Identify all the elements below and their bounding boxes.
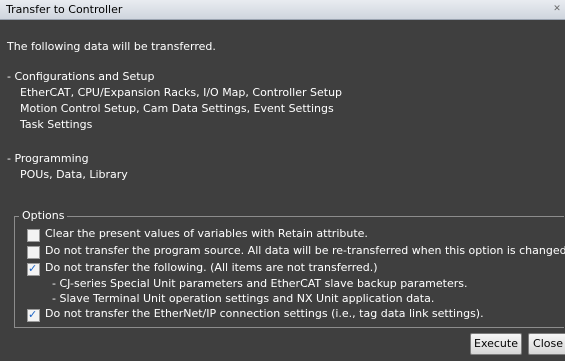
option-label: Do not transfer the EtherNet/IP connecti… bbox=[45, 307, 484, 320]
section-item: EtherCAT, CPU/Expansion Racks, I/O Map, … bbox=[20, 86, 343, 99]
options-legend: Options bbox=[19, 209, 68, 222]
option-label: Do not transfer the program source. All … bbox=[45, 244, 565, 257]
option-subitem: - CJ-series Special Unit parameters and … bbox=[52, 277, 468, 290]
option-label: Clear the present values of variables wi… bbox=[45, 227, 368, 240]
option-checkbox-no-program-source[interactable] bbox=[27, 246, 40, 259]
section-item: Task Settings bbox=[20, 118, 93, 131]
option-checkbox-clear-retain[interactable] bbox=[27, 229, 40, 242]
section-heading-configurations: - Configurations and Setup bbox=[7, 70, 155, 83]
close-icon[interactable]: ✕ bbox=[551, 3, 563, 15]
window-title: Transfer to Controller bbox=[6, 3, 123, 16]
option-checkbox-no-transfer-following[interactable] bbox=[27, 262, 40, 276]
title-bar: Transfer to Controller ✕ bbox=[0, 0, 565, 20]
section-item: Motion Control Setup, Cam Data Settings,… bbox=[20, 102, 334, 115]
close-button[interactable]: Close bbox=[528, 333, 565, 355]
option-subitem: - Slave Terminal Unit operation settings… bbox=[52, 292, 435, 305]
execute-button[interactable]: Execute bbox=[470, 333, 522, 355]
section-heading-programming: - Programming bbox=[7, 152, 89, 165]
option-label: Do not transfer the following. (All item… bbox=[45, 261, 378, 274]
option-checkbox-no-ethernetip-settings[interactable] bbox=[27, 308, 40, 322]
section-item: POUs, Data, Library bbox=[20, 168, 128, 181]
intro-text: The following data will be transferred. bbox=[7, 40, 216, 53]
